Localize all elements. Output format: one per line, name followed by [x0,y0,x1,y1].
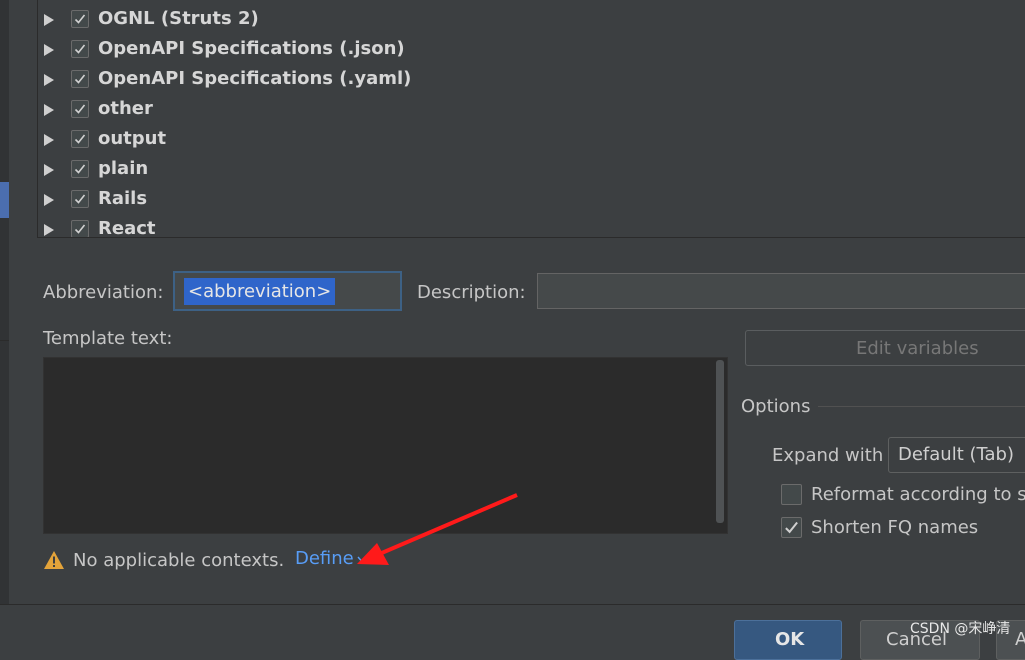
tree-item-label: OpenAPI Specifications (.yaml) [98,68,412,89]
left-panel-divider [0,340,9,341]
expand-arrow-icon[interactable] [44,134,54,146]
tree-row[interactable]: OGNL (Struts 2) [38,5,1018,35]
tree-row[interactable]: Rails [38,185,1018,215]
tree-row[interactable]: React [38,215,1018,238]
expand-with-label: Expand with [772,445,884,466]
abbreviation-input[interactable]: <abbreviation> [173,271,402,311]
tree-row[interactable]: OpenAPI Specifications (.yaml) [38,65,1018,95]
tree-item-label: React [98,218,156,238]
options-divider [818,406,1025,407]
ok-button[interactable]: OK [734,620,842,660]
tree-item-label: output [98,128,167,149]
reformat-label: Reformat according to st [811,484,1025,505]
no-contexts-warning: No applicable contexts. [73,550,285,571]
expand-arrow-icon[interactable] [44,164,54,176]
expand-with-value: Default (Tab) [898,444,1015,465]
tree-row[interactable]: output [38,125,1018,155]
shorten-fq-checkbox[interactable] [781,517,802,538]
apply-button-label: A [1015,629,1025,650]
tree-row[interactable]: other [38,95,1018,125]
tree-item-label: Rails [98,188,148,209]
reformat-checkbox[interactable] [781,484,802,505]
expand-arrow-icon[interactable] [44,104,54,116]
expand-arrow-icon[interactable] [44,14,54,26]
edit-variables-button[interactable]: Edit variables [745,330,1025,366]
template-text-label: Template text: [43,328,173,349]
tree-checkbox[interactable] [71,70,89,88]
expand-arrow-icon[interactable] [44,224,54,236]
tree-item-label: OGNL (Struts 2) [98,8,259,29]
tree-checkbox[interactable] [71,100,89,118]
annotation-arrow [357,493,518,565]
tree-checkbox[interactable] [71,190,89,208]
tree-checkbox[interactable] [71,40,89,58]
tree-item-label: OpenAPI Specifications (.json) [98,38,405,59]
left-panel-selection[interactable] [0,182,9,218]
warning-icon [44,551,64,569]
tree-checkbox[interactable] [71,160,89,178]
ok-button-label: OK [775,629,805,650]
tree-checkbox[interactable] [71,130,89,148]
tree-item-label: plain [98,158,149,179]
tree-checkbox[interactable] [71,220,89,237]
edit-variables-label: Edit variables [856,338,979,359]
expand-arrow-icon[interactable] [44,194,54,206]
shorten-fq-label: Shorten FQ names [811,517,979,538]
tree-checkbox[interactable] [71,10,89,28]
left-panel-strip [0,0,9,605]
tree-item-label: other [98,98,153,119]
define-link[interactable]: Define [295,548,354,569]
options-title: Options [741,396,811,417]
abbreviation-label: Abbreviation: [43,282,164,303]
expand-arrow-icon[interactable] [44,44,54,56]
watermark: CSDN @宋峥清 [910,621,1011,637]
footer-divider [0,604,1025,605]
tree-row[interactable]: OpenAPI Specifications (.json) [38,35,1018,65]
description-label: Description: [417,282,526,303]
expand-arrow-icon[interactable] [44,74,54,86]
expand-with-select[interactable]: Default (Tab) [888,437,1025,473]
tree-row[interactable]: plain [38,155,1018,185]
description-input[interactable] [537,273,1025,309]
template-scrollbar[interactable] [716,360,724,523]
context-tree[interactable]: OGNL (Struts 2) OpenAPI Specifications (… [37,0,1025,238]
abbreviation-value[interactable]: <abbreviation> [184,278,336,305]
